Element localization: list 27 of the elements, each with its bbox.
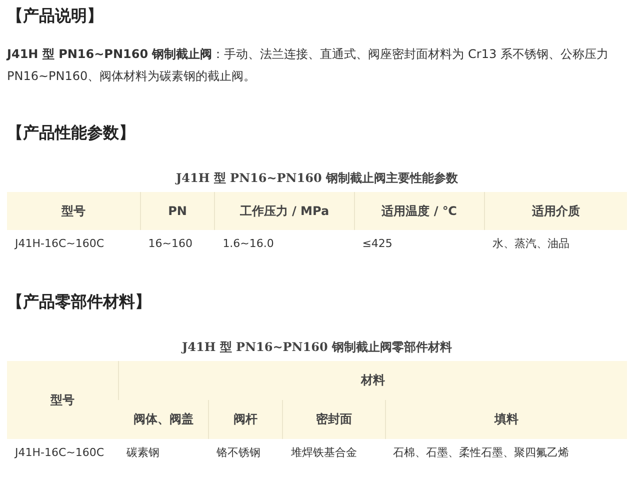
table-header-cell: 材料 [118,361,627,400]
table-cell: ≤425 [354,230,484,256]
table-header-cell: 适用温度 / ℃ [354,192,484,230]
description-text: J41H 型 PN16~PN160 钢制截止阀：手动、法兰连接、直通式、阀座密封面材料为 Cr13 系不锈钢、公称压力 PN16~PN160、阀体材料为碳素钢的截止阀。 [7,46,610,85]
table-header-cell: 阀体、阀盖 [118,400,208,439]
table-header-cell: 工作压力 / MPa [214,192,354,230]
table-cell: 水、蒸汽、油品 [484,230,627,256]
table-header-cell: PN [140,192,215,230]
table-cell: 1.6~16.0 [214,230,354,256]
section-heading: 【产品性能参数】 [7,123,136,144]
table-header-cell: 型号 [7,361,119,439]
table-header-cell: 适用介质 [484,192,627,230]
table-header-cell: 填料 [385,400,627,439]
table-cell: 碳素钢 [118,439,208,465]
table-header-cell: 阀杆 [208,400,283,439]
table-cell: 堆焊铁基合金 [282,439,386,465]
table-cell: 铬不锈钢 [208,439,283,465]
table-header-cell: 密封面 [282,400,386,439]
table-caption: J41H 型 PN16~PN160 钢制截止阀零部件材料 [180,339,454,356]
table-header-cell: 型号 [7,192,140,230]
table-cell: J41H-16C~160C [7,439,119,465]
table-cell: 石棉、石墨、柔性石墨、聚四氟乙烯 [385,439,627,465]
section-heading: 【产品零部件材料】 [7,292,152,313]
section-heading: 【产品说明】 [7,6,104,27]
table-cell: J41H-16C~160C [7,230,140,256]
table-cell: 16~160 [140,230,215,256]
table-caption: J41H 型 PN16~PN160 钢制截止阀主要性能参数 [174,170,460,187]
